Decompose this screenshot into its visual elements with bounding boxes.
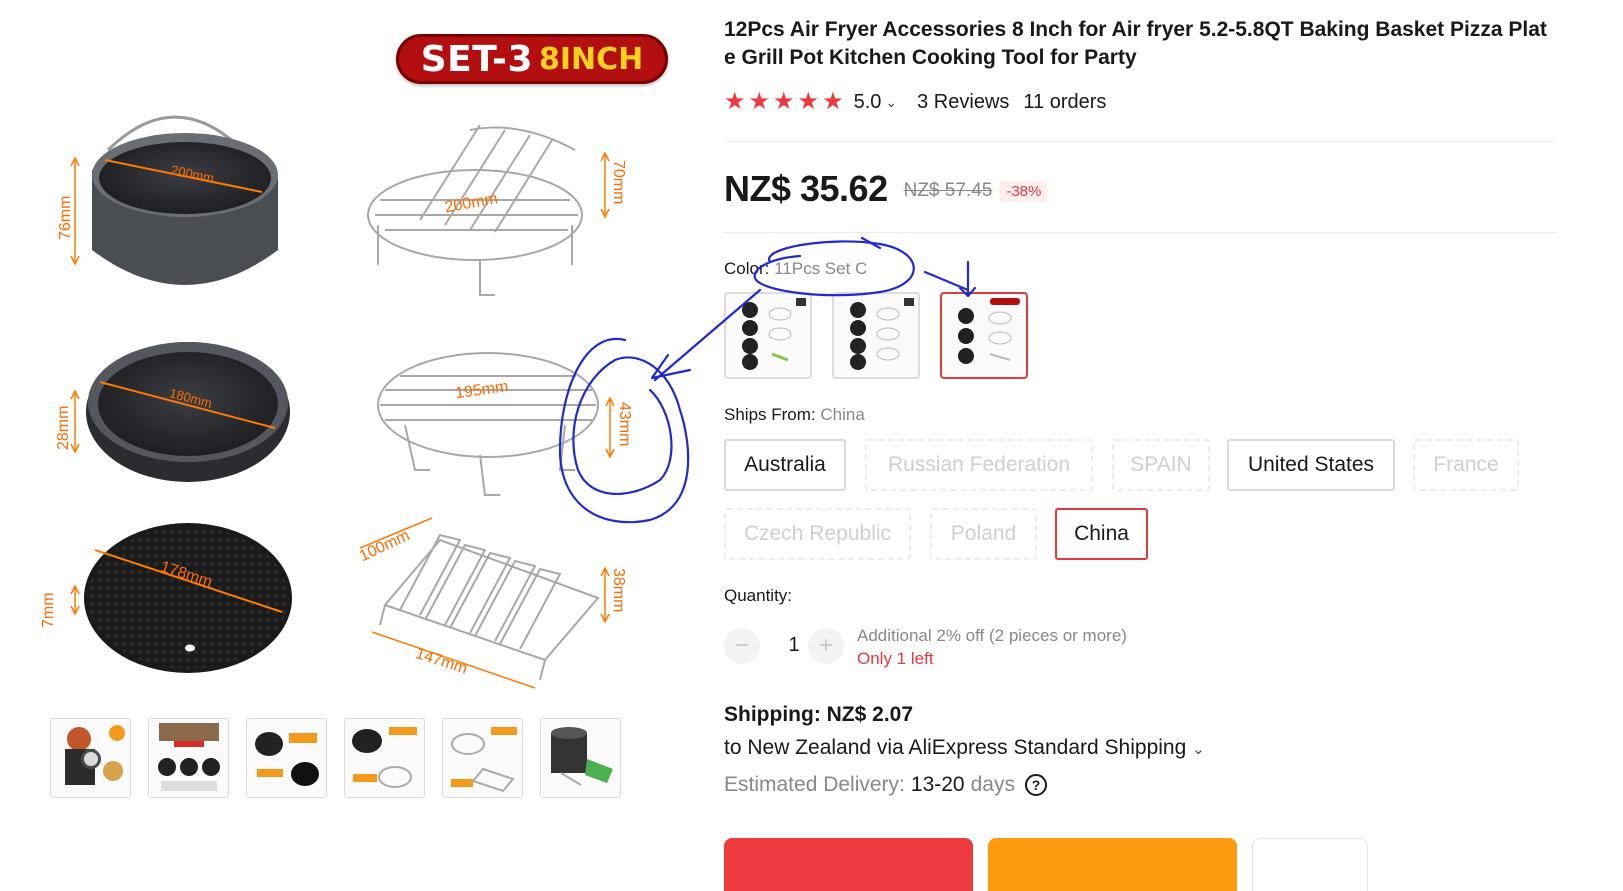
product-info: 12Pcs Air Fryer Accessories 8 Inch for A… bbox=[724, 0, 1623, 891]
thumbnail-5[interactable] bbox=[442, 718, 523, 798]
estimated-delivery-label: Estimated Delivery: bbox=[724, 773, 905, 796]
color-label-text: Color: bbox=[724, 259, 775, 278]
stand-height-label: 43mm bbox=[616, 402, 633, 446]
pan-height-arrow bbox=[70, 389, 80, 454]
toast-rack-illustration bbox=[379, 533, 600, 681]
ship-option-france: France bbox=[1413, 439, 1519, 491]
reviews-link[interactable]: 3 Reviews bbox=[917, 91, 1009, 114]
thumbnail-4[interactable] bbox=[344, 718, 425, 798]
ships-from-label-text: Ships From: bbox=[724, 405, 821, 424]
star-icon: ★ bbox=[822, 88, 844, 115]
thumbnail-1[interactable] bbox=[50, 718, 131, 798]
shipping-method-text[interactable]: to New Zealand via AliExpress Standard S… bbox=[724, 736, 1186, 759]
color-option-set-a[interactable] bbox=[724, 292, 812, 379]
star-icon: ★ bbox=[724, 88, 746, 115]
rating-value[interactable]: 5.0 bbox=[854, 91, 882, 114]
ship-option-united-states[interactable]: United States bbox=[1227, 439, 1395, 491]
quantity-note: Additional 2% off (2 pieces or more) Onl… bbox=[857, 624, 1127, 670]
color-swatches bbox=[724, 292, 1028, 379]
star-icon: ★ bbox=[748, 88, 771, 115]
help-icon[interactable]: ? bbox=[1024, 774, 1047, 796]
orders-count: 11 orders bbox=[1023, 90, 1107, 113]
star-icon: ★ bbox=[797, 88, 820, 115]
pot-height-label: 76mm bbox=[57, 196, 74, 240]
quantity-decrement-button[interactable]: − bbox=[724, 628, 760, 664]
ship-option-australia[interactable]: Australia bbox=[724, 439, 846, 491]
chevron-down-icon[interactable]: ⌄ bbox=[1192, 741, 1205, 758]
stand-height-arrow bbox=[605, 396, 615, 459]
rack-height-label: 70mm bbox=[610, 160, 627, 204]
ships-from-label: Ships From: China bbox=[724, 405, 865, 425]
toast-height-label: 38mm bbox=[610, 568, 627, 612]
toast-height-arrow bbox=[600, 566, 610, 624]
pizza-pan-illustration bbox=[86, 342, 290, 482]
toast-length-label: 147mm bbox=[413, 645, 469, 678]
ship-option-poland: Poland bbox=[930, 508, 1037, 560]
silicone-mat-illustration bbox=[84, 523, 292, 673]
divider bbox=[724, 232, 1556, 233]
ships-from-value: China bbox=[820, 405, 865, 424]
toast-width-label: 100mm bbox=[357, 527, 413, 565]
product-gallery: SET-3 8INCH 200mm 76mm 200mm 70mm 180mm … bbox=[0, 0, 700, 891]
thumbnail-6[interactable] bbox=[540, 718, 621, 798]
divider bbox=[724, 141, 1556, 142]
star-rating: ★ ★ ★ ★ ★ bbox=[724, 90, 844, 114]
wishlist-button[interactable] bbox=[1252, 838, 1368, 891]
rack-diameter-label: 200mm bbox=[444, 190, 500, 216]
shipping-cost: Shipping: NZ$ 2.07 bbox=[724, 703, 914, 726]
buy-now-button[interactable] bbox=[724, 838, 973, 891]
color-selector-label: Color: 11Pcs Set C bbox=[724, 259, 867, 279]
shipping-method[interactable]: to New Zealand via AliExpress Standard S… bbox=[724, 736, 1205, 760]
price-row: NZ$ 35.62 NZ$ 57.45 -38% bbox=[724, 168, 1048, 210]
product-title: 12Pcs Air Fryer Accessories 8 Inch for A… bbox=[724, 18, 1547, 69]
current-price: NZ$ 35.62 bbox=[724, 168, 888, 209]
estimated-delivery: Estimated Delivery: 13-20 days ? bbox=[724, 773, 1047, 797]
mat-height-label: 7mm bbox=[40, 592, 57, 628]
steam-rack-illustration bbox=[377, 352, 599, 496]
original-price: NZ$ 57.45 bbox=[903, 180, 993, 201]
color-selected-value: 11Pcs Set C bbox=[774, 259, 868, 278]
discount-badge: -38% bbox=[1000, 180, 1048, 202]
color-option-set-c[interactable] bbox=[940, 292, 1028, 379]
ship-option-russian-federation: Russian Federation bbox=[865, 439, 1093, 491]
stock-left-note: Only 1 left bbox=[857, 649, 934, 668]
ship-option-china[interactable]: China bbox=[1055, 508, 1148, 560]
cake-pot-illustration bbox=[92, 115, 278, 285]
star-icon: ★ bbox=[773, 88, 795, 115]
estimated-delivery-unit: days bbox=[970, 773, 1015, 796]
thumbnail-strip bbox=[50, 718, 621, 798]
color-option-set-b[interactable] bbox=[832, 292, 920, 379]
mat-height-arrow bbox=[70, 584, 80, 616]
ship-option-spain: SPAIN bbox=[1112, 439, 1210, 491]
quantity-increment-button[interactable]: + bbox=[808, 628, 844, 664]
pan-height-label: 28mm bbox=[55, 406, 72, 450]
thumbnail-2[interactable] bbox=[148, 718, 229, 798]
thumbnail-3[interactable] bbox=[246, 718, 327, 798]
ship-option-czech-republic: Czech Republic bbox=[724, 508, 911, 560]
quantity-label: Quantity: bbox=[724, 586, 793, 605]
bulk-discount-note: Additional 2% off (2 pieces or more) bbox=[857, 626, 1127, 645]
rack-height-arrow bbox=[600, 151, 610, 219]
quantity-value[interactable]: 1 bbox=[779, 634, 809, 657]
stand-diameter-label: 195mm bbox=[454, 378, 509, 402]
add-to-cart-button[interactable] bbox=[988, 838, 1237, 891]
main-product-image[interactable]: 200mm 76mm 200mm 70mm 180mm 28mm 195mm 4… bbox=[30, 20, 690, 710]
chevron-down-icon[interactable]: ⌄ bbox=[885, 94, 897, 111]
estimated-delivery-days: 13-20 bbox=[910, 773, 965, 796]
rating-row: ★ ★ ★ ★ ★ 5.0 ⌄ 3 Reviews 11 orders bbox=[724, 90, 1106, 114]
